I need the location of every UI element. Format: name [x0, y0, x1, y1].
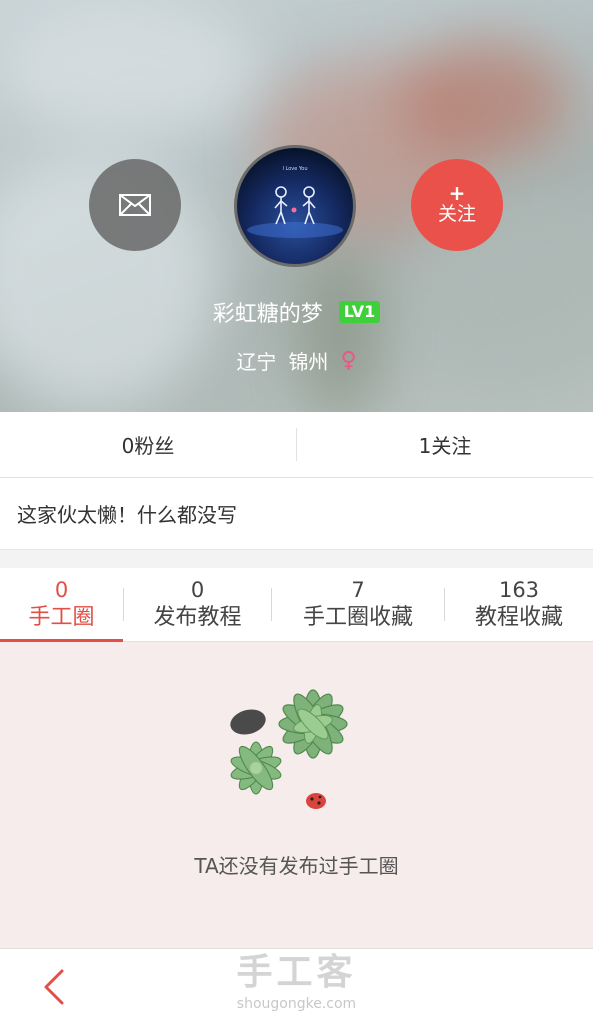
follow-label: 关注 [437, 203, 476, 225]
location-row: 辽宁 锦州 ♀ [0, 346, 593, 375]
envelope-icon [119, 194, 151, 216]
tab-count: 163 [498, 577, 540, 602]
tab-count: 0 [54, 577, 69, 602]
username-row: 彩虹糖的梦 LV1 [0, 296, 593, 328]
background-blur [0, 0, 260, 140]
level-badge: LV1 [338, 301, 381, 323]
section-gap [0, 550, 593, 568]
tab-label: 发布教程 [153, 604, 242, 630]
stats-bar: 0粉丝 1关注 [0, 412, 593, 478]
bottom-bar: 手工客 shougongke.com [0, 948, 593, 1022]
tab-published-tutorials[interactable]: 0 发布教程 [124, 568, 271, 641]
content-tabs: 0 手工圈 0 发布教程 7 手工圈收藏 163 教程收藏 [0, 568, 593, 642]
female-icon: ♀ [340, 348, 357, 373]
fans-count[interactable]: 0粉丝 [0, 412, 296, 477]
message-button[interactable] [89, 159, 181, 251]
tab-count: 7 [351, 577, 365, 602]
avatar[interactable]: I Love You [234, 145, 356, 267]
watermark: 手工客 shougongke.com [0, 949, 593, 1013]
empty-state: TA还没有发布过手工圈 [0, 642, 593, 948]
follow-button[interactable]: + 关注 [411, 159, 503, 251]
avatar-caption: I Love You [282, 166, 307, 172]
tab-handcraft-circle[interactable]: 0 手工圈 [0, 568, 123, 642]
empty-message: TA还没有发布过手工圈 [194, 854, 399, 878]
watermark-brand: 手工客 [236, 952, 357, 993]
following-count[interactable]: 1关注 [297, 412, 593, 477]
location-province: 辽宁 [236, 350, 277, 374]
succulent-plant-illustration [230, 689, 348, 809]
watermark-url: shougongke.com [236, 996, 357, 1012]
tab-label: 手工圈收藏 [302, 604, 413, 630]
profile-header: I Love You + 关注 彩虹糖的梦 LV1 辽宁 锦州 ♀ [0, 0, 593, 412]
avatar-image: I Love You [247, 166, 343, 238]
bio-text: 这家伙太懒！什么都没写 [0, 478, 593, 550]
tab-tutorial-favorites[interactable]: 163 教程收藏 [445, 568, 593, 641]
plus-icon: + [448, 181, 466, 205]
username: 彩虹糖的梦 [212, 302, 323, 327]
back-arrow-icon[interactable] [36, 967, 76, 1007]
background-blur [300, 250, 380, 412]
background-blur [400, 40, 570, 160]
tab-label: 教程收藏 [474, 604, 563, 630]
location-city: 锦州 [288, 350, 329, 374]
tab-count: 0 [190, 577, 205, 602]
tab-label: 手工圈 [28, 604, 95, 630]
tab-circle-favorites[interactable]: 7 手工圈收藏 [272, 568, 444, 641]
